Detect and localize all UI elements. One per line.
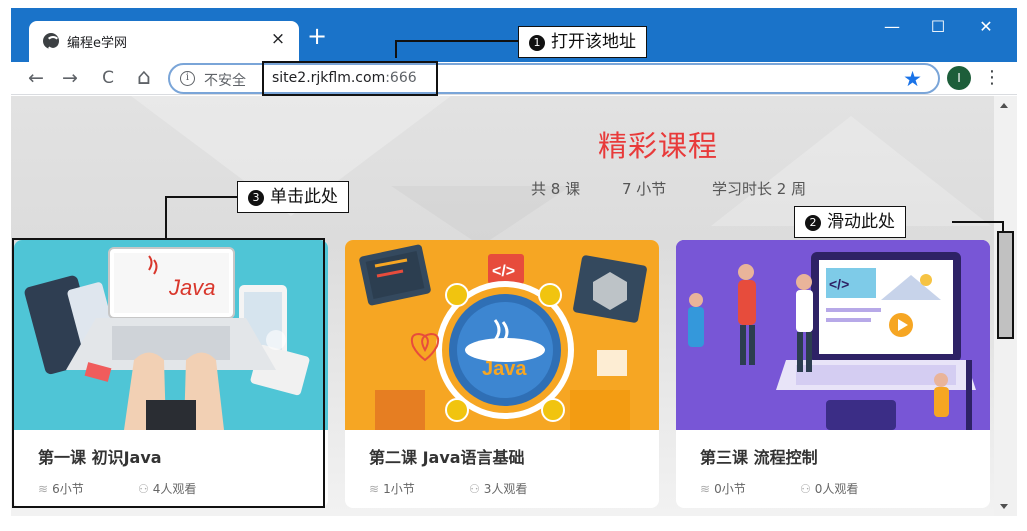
new-tab-button[interactable]: +	[307, 24, 327, 48]
svg-text:</>: </>	[492, 263, 515, 280]
course-card-3[interactable]: </> 第三课 流程控制 ≋ 0小节 ⚇ 0人观看	[676, 240, 990, 508]
page-title: 精彩课程	[598, 129, 719, 163]
security-status-label[interactable]: 不安全	[204, 70, 246, 90]
step-number-badge: 3	[248, 190, 264, 206]
scroll-up-arrow-icon[interactable]	[1000, 103, 1008, 108]
callout-leader-line	[395, 40, 397, 58]
course-view-count: ⚇ 3人观看	[469, 480, 527, 497]
callout-step-2: 2 滑动此处	[794, 206, 906, 238]
browser-toolbar: ← → C ⌂ i 不安全 site2.rjkflm.com:666 ★ I ⋮	[11, 61, 1017, 96]
view-count-text: 0人观看	[814, 482, 859, 496]
close-window-button[interactable]: ✕	[971, 14, 1001, 40]
back-arrow-icon[interactable]: ←	[23, 64, 49, 92]
browser-titlebar: 编程e学网 × + — ☐ ✕	[11, 8, 1017, 62]
stat-courses: 共 8 课	[531, 180, 581, 198]
callout-leader-line	[1002, 221, 1004, 231]
reload-icon[interactable]: C	[95, 64, 121, 92]
tab-title: 编程e学网	[67, 36, 127, 51]
bookmark-star-icon[interactable]: ★	[903, 66, 922, 92]
url-highlight-frame	[262, 61, 438, 96]
view-count-text: 3人观看	[483, 482, 528, 496]
course-3-banner: </>	[676, 240, 990, 430]
address-bar[interactable]: i 不安全 site2.rjkflm.com:666 ★	[168, 61, 940, 96]
layers-icon: ≋	[700, 482, 711, 496]
callout-leader-line	[395, 40, 519, 42]
menu-icon[interactable]: ⋮	[983, 64, 1001, 92]
stat-duration: 学习时长 2 周	[712, 180, 807, 198]
callout-leader-line	[165, 196, 167, 239]
course-section-count: ≋ 0小节	[700, 480, 746, 497]
callout-text: 打开该地址	[551, 32, 636, 52]
minimize-button[interactable]: —	[877, 14, 907, 40]
section-count-text: 1小节	[383, 482, 415, 496]
maximize-button[interactable]: ☐	[923, 14, 953, 40]
layers-icon: ≋	[369, 482, 380, 496]
course-title[interactable]: 第三课 流程控制	[700, 444, 818, 468]
profile-avatar[interactable]: I	[947, 66, 971, 90]
browser-tab[interactable]: 编程e学网 ×	[29, 21, 299, 62]
step-number-badge: 2	[805, 215, 821, 231]
step-number-badge: 1	[529, 35, 545, 51]
developers-illustration: </>	[676, 240, 990, 430]
callout-step-3: 3 单击此处	[237, 181, 349, 213]
tab-close-button[interactable]: ×	[267, 28, 289, 50]
course-view-count: ⚇ 0人观看	[800, 480, 858, 497]
callout-text: 滑动此处	[827, 212, 895, 232]
section-count-text: 0小节	[714, 482, 746, 496]
callout-leader-line	[952, 221, 1004, 223]
svg-text:</>: </>	[829, 276, 849, 292]
forward-arrow-icon[interactable]: →	[57, 64, 83, 92]
callout-step-1: 1 打开该地址	[518, 26, 647, 58]
course-title[interactable]: 第二课 Java语言基础	[369, 444, 525, 468]
callout-text: 单击此处	[270, 187, 338, 207]
vertical-scrollbar[interactable]	[994, 96, 1017, 516]
course-section-count: ≋ 1小节	[369, 480, 415, 497]
course-card-2[interactable]: </> Java 第二课 Java语言基础 ≋ 1小节 ⚇ 3人观看	[345, 240, 659, 508]
callout-leader-line	[165, 196, 238, 198]
scrollbar-thumb[interactable]	[997, 231, 1014, 339]
globe-icon	[43, 33, 60, 50]
home-icon[interactable]: ⌂	[131, 64, 157, 92]
course-2-banner: </> Java	[345, 240, 659, 430]
info-icon[interactable]: i	[180, 71, 195, 86]
user-icon: ⚇	[800, 482, 811, 496]
user-icon: ⚇	[469, 482, 480, 496]
java-illustration: </> Java	[359, 244, 647, 430]
card-highlight-frame	[12, 238, 325, 508]
stat-sections: 7 小节	[622, 180, 667, 198]
scroll-down-arrow-icon[interactable]	[1000, 504, 1008, 509]
